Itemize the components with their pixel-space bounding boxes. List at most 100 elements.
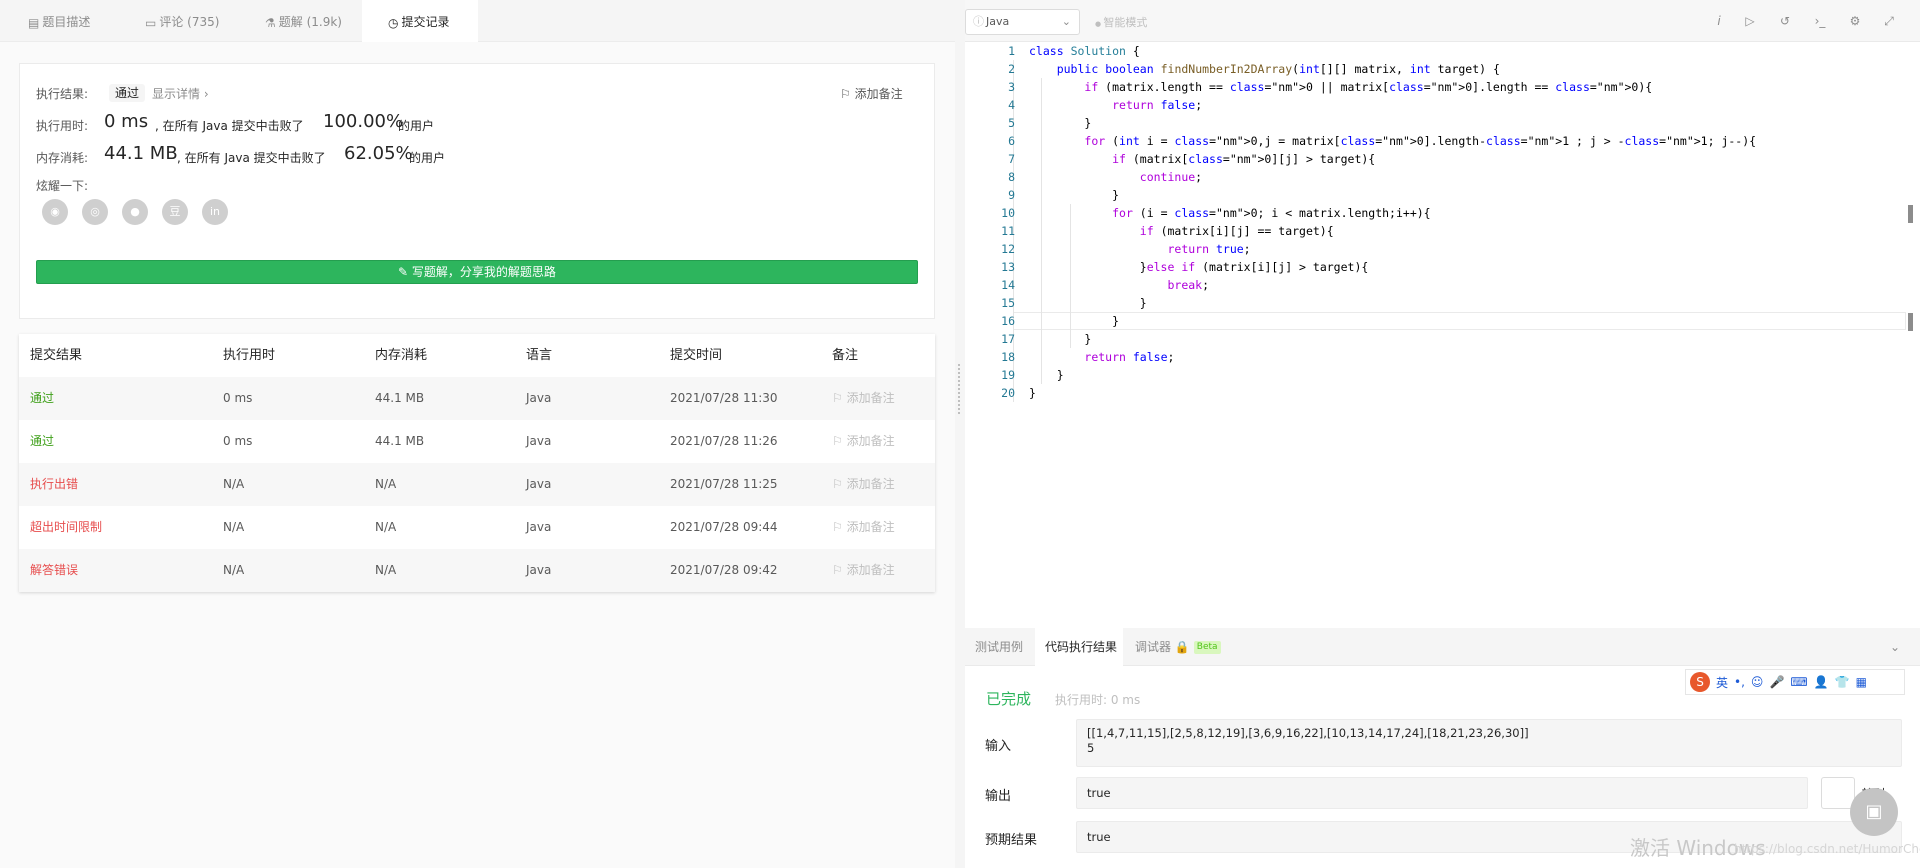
ime-language[interactable]: 英 — [1716, 674, 1728, 691]
drag-handle[interactable] — [958, 364, 961, 414]
expected-label: 预期结果 — [985, 833, 1038, 848]
grid-menu-icon[interactable]: ▦ — [1856, 675, 1867, 689]
code-line: if (matrix[class="nm">0][j] > target){ — [1112, 152, 1376, 166]
console-panel: 测试用例 代码执行结果 调试器 🔒 Beta ⌄ S 英 •, ☺ 🎤 ⌨ 👤 👕… — [965, 628, 1920, 868]
input-box[interactable]: [[1,4,7,11,15],[2,5,8,12,19],[3,6,9,16,2… — [1076, 719, 1902, 767]
line-number: 7 — [1008, 152, 1015, 166]
keyboard-icon[interactable]: ⌨ — [1790, 675, 1807, 689]
status-cell[interactable]: 通过 — [30, 377, 54, 420]
write-solution-button[interactable]: ✎ 写题解，分享我的解题思路 — [36, 260, 918, 284]
note-icon: ▣ — [1865, 801, 1883, 822]
tab-debugger[interactable]: 调试器 🔒 Beta — [1135, 628, 1225, 666]
runtime-cell: N/A — [223, 520, 245, 534]
submitted-time-cell: 2021/07/28 09:44 — [670, 520, 778, 534]
punctuation-icon[interactable]: •, — [1734, 675, 1745, 689]
language-select[interactable]: ⓘ Java ⌄ — [965, 9, 1080, 35]
comment-icon: ▭ — [145, 15, 157, 30]
run-status: 已完成 — [986, 690, 1032, 708]
add-note-button[interactable]: ⚐ 添加备注 — [840, 85, 903, 102]
lock-icon: 🔒 — [1174, 640, 1190, 654]
line-number: 10 — [1001, 206, 1015, 220]
memory-suffix: 的用户 — [409, 151, 446, 165]
user-icon[interactable]: 👤 — [1814, 675, 1829, 689]
run-time: 执行用时: 0 ms — [1055, 693, 1141, 707]
microphone-icon[interactable]: 🎤 — [1769, 675, 1784, 689]
add-note-link[interactable]: ⚐ 添加备注 — [832, 506, 895, 549]
flag-icon: ⚐ — [832, 563, 847, 577]
add-note-link[interactable]: ⚐ 添加备注 — [832, 420, 895, 463]
tab-comments[interactable]: ▭ 评论 (735) — [145, 0, 225, 42]
floating-note-button[interactable]: ▣ — [1850, 788, 1898, 836]
reset-icon[interactable]: ↺ — [1777, 13, 1793, 29]
qq-icon[interactable]: ● — [122, 199, 148, 225]
ime-toolbar[interactable]: S 英 •, ☺ 🎤 ⌨ 👤 👕 ▦ — [1685, 669, 1905, 695]
flask-icon: ⚗ — [265, 15, 276, 30]
code-line: continue; — [1139, 170, 1203, 184]
info-icon[interactable]: i — [1711, 13, 1727, 29]
code-line: break; — [1167, 278, 1210, 292]
time-value: 0 ms — [104, 111, 149, 132]
time-label: 执行用时: — [36, 119, 89, 133]
wechat-icon[interactable]: ◉ — [42, 199, 68, 225]
panel-splitter[interactable] — [955, 0, 965, 868]
weibo-icon[interactable]: ◎ — [82, 199, 108, 225]
memory-cell: 44.1 MB — [375, 391, 425, 405]
runtime-cell: N/A — [223, 563, 245, 577]
settings-icon[interactable]: ⚙ — [1847, 13, 1863, 29]
table-row[interactable]: 超出时间限制 N/A N/A Java 2021/07/28 09:44 ⚐ 添加备注 — [19, 506, 935, 549]
flag-icon: ⚐ — [832, 391, 847, 405]
fullscreen-icon[interactable]: ⤢ — [1881, 13, 1897, 29]
code-line: public boolean findNumberIn2DArray(int[]… — [1056, 62, 1500, 76]
status-cell[interactable]: 执行出错 — [30, 463, 78, 506]
submitted-time-cell: 2021/07/28 11:25 — [670, 477, 778, 491]
run-icon[interactable]: ▷ — [1742, 13, 1758, 29]
collapse-icon[interactable]: ⌄ — [1890, 628, 1900, 666]
line-number: 11 — [1001, 224, 1015, 238]
runtime-cell: 0 ms — [223, 434, 253, 448]
line-number: 8 — [1008, 170, 1015, 184]
smart-mode-toggle[interactable]: ● 智能模式 — [1095, 14, 1147, 30]
tab-submissions[interactable]: ◷ 提交记录 — [362, 0, 478, 42]
add-note-link[interactable]: ⚐ 添加备注 — [832, 549, 895, 592]
left-tab-bar: ▤ 题目描述 ▭ 评论 (735) ⚗ 题解 (1.9k) ◷ 提交记录 — [0, 0, 955, 42]
right-panel: ⓘ Java ⌄ ● 智能模式 i ▷ ↺ ›_ ⚙ ⤢ 1 class Solu… — [965, 0, 1920, 868]
table-row[interactable]: 解答错误 N/A N/A Java 2021/07/28 09:42 ⚐ 添加备注 — [19, 549, 935, 592]
time-suffix: 的用户 — [398, 119, 435, 133]
code-editor[interactable]: 1 class Solution {2 public boolean findNu… — [965, 42, 1920, 628]
header-status: 提交结果 — [30, 348, 83, 363]
status-cell[interactable]: 通过 — [30, 420, 54, 463]
line-number: 5 — [1008, 116, 1015, 130]
terminal-icon[interactable]: ›_ — [1812, 13, 1828, 29]
language-cell: Java — [526, 434, 552, 448]
add-note-link[interactable]: ⚐ 添加备注 — [832, 463, 895, 506]
linkedin-icon[interactable]: in — [202, 199, 228, 225]
table-row[interactable]: 执行出错 N/A N/A Java 2021/07/28 11:25 ⚐ 添加备注 — [19, 463, 935, 506]
tab-description[interactable]: ▤ 题目描述 — [28, 0, 108, 42]
douban-icon[interactable]: 豆 — [162, 199, 188, 225]
status-cell[interactable]: 超出时间限制 — [30, 506, 102, 549]
tab-testcase[interactable]: 测试用例 — [975, 628, 1035, 666]
line-number: 6 — [1008, 134, 1015, 148]
add-note-link[interactable]: ⚐ 添加备注 — [832, 377, 895, 420]
code-line: class Solution { — [1029, 44, 1140, 58]
skin-icon[interactable]: 👕 — [1835, 675, 1850, 689]
table-row[interactable]: 通过 0 ms 44.1 MB Java 2021/07/28 11:30 ⚐ 添加备注 — [19, 377, 935, 420]
show-details-link[interactable]: 显示详情 › — [152, 85, 209, 102]
table-row[interactable]: 通过 0 ms 44.1 MB Java 2021/07/28 11:26 ⚐ 添加备注 — [19, 420, 935, 463]
emoji-icon[interactable]: ☺ — [1751, 675, 1764, 689]
line-number: 15 — [1001, 296, 1015, 310]
status-badge: 通过 — [109, 84, 146, 102]
line-number: 1 — [1008, 44, 1015, 58]
code-line: for (int i = class="nm">0,j = matrix[cla… — [1084, 134, 1757, 148]
url-watermark: https://blog.csdn.net/HumorChen99 — [1734, 842, 1920, 856]
code-line: } — [1029, 314, 1120, 328]
tab-run-result[interactable]: 代码执行结果 — [1035, 628, 1123, 666]
diff-toggle[interactable] — [1821, 777, 1855, 809]
tab-solutions[interactable]: ⚗ 题解 (1.9k) — [265, 0, 355, 42]
flag-icon: ⚐ — [832, 477, 847, 491]
submitted-time-cell: 2021/07/28 11:30 — [670, 391, 778, 405]
line-number: 9 — [1008, 188, 1015, 202]
memory-cell: N/A — [375, 477, 397, 491]
status-cell[interactable]: 解答错误 — [30, 549, 78, 592]
flag-icon: ⚐ — [840, 87, 855, 101]
